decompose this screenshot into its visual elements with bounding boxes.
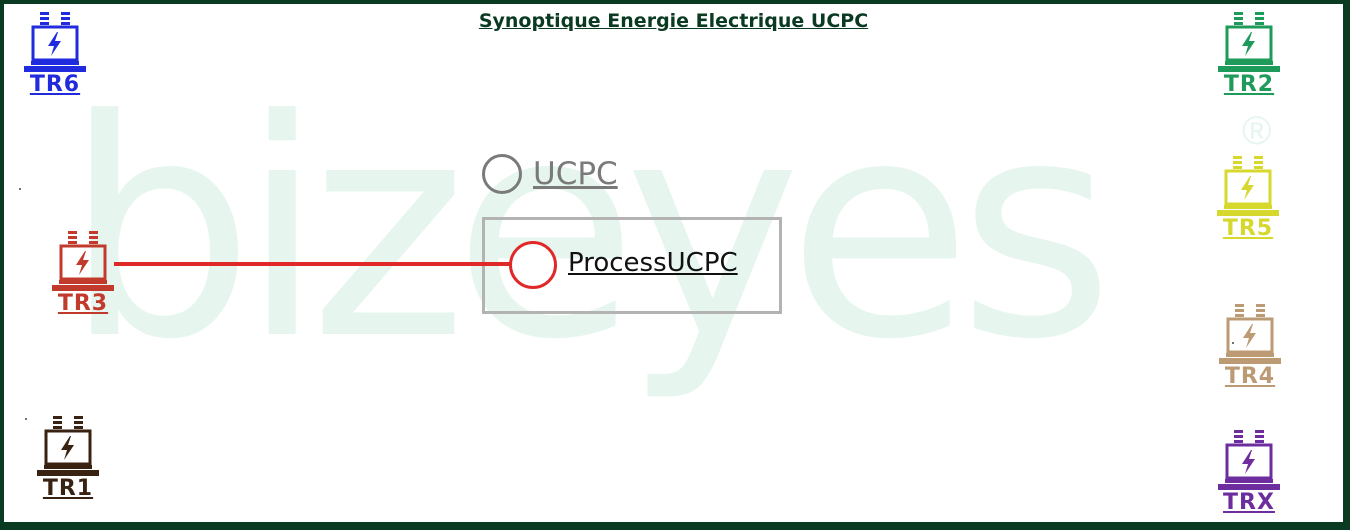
synoptic-canvas: bizeyes ® Synoptique Energie Electrique … (4, 4, 1343, 522)
transformer-icon (1218, 12, 1280, 72)
watermark-registered-mark: ® (1242, 109, 1271, 153)
transformer-icon (24, 12, 86, 72)
transformer-icon (37, 416, 99, 476)
transformer-label[interactable]: TR5 (1210, 218, 1286, 240)
process-ucpc-status-circle[interactable] (509, 241, 557, 289)
tr3-to-process-line (114, 262, 514, 266)
transformer-icon (1217, 156, 1279, 216)
page-title: Synoptique Energie Electrique UCPC (478, 10, 869, 32)
transformer-tr1[interactable]: TR1 (30, 414, 106, 504)
transformer-trx[interactable]: TRX (1214, 428, 1284, 514)
transformer-label[interactable]: TR1 (30, 478, 106, 500)
stray-mark (25, 418, 27, 420)
transformer-icon (1219, 304, 1281, 364)
transformer-label[interactable]: TR3 (48, 293, 118, 315)
transformer-tr4[interactable]: TR4 (1212, 302, 1288, 392)
transformer-icon (1218, 430, 1280, 490)
transformer-label[interactable]: TR4 (1212, 366, 1288, 388)
ucpc-label[interactable]: UCPC (533, 156, 618, 192)
transformer-label[interactable]: TR2 (1214, 74, 1284, 96)
transformer-label[interactable]: TR6 (20, 74, 90, 96)
transformer-tr3[interactable]: TR3 (48, 229, 118, 319)
ucpc-status-circle[interactable] (482, 154, 522, 194)
process-ucpc-label[interactable]: ProcessUCPC (568, 248, 738, 278)
transformer-tr2[interactable]: TR2 (1214, 10, 1284, 100)
transformer-tr6[interactable]: TR6 (20, 10, 90, 100)
stray-mark (19, 188, 21, 190)
transformer-icon (52, 231, 114, 291)
transformer-label[interactable]: TRX (1214, 492, 1284, 514)
stray-mark (1232, 342, 1234, 344)
transformer-tr5[interactable]: TR5 (1210, 154, 1286, 244)
